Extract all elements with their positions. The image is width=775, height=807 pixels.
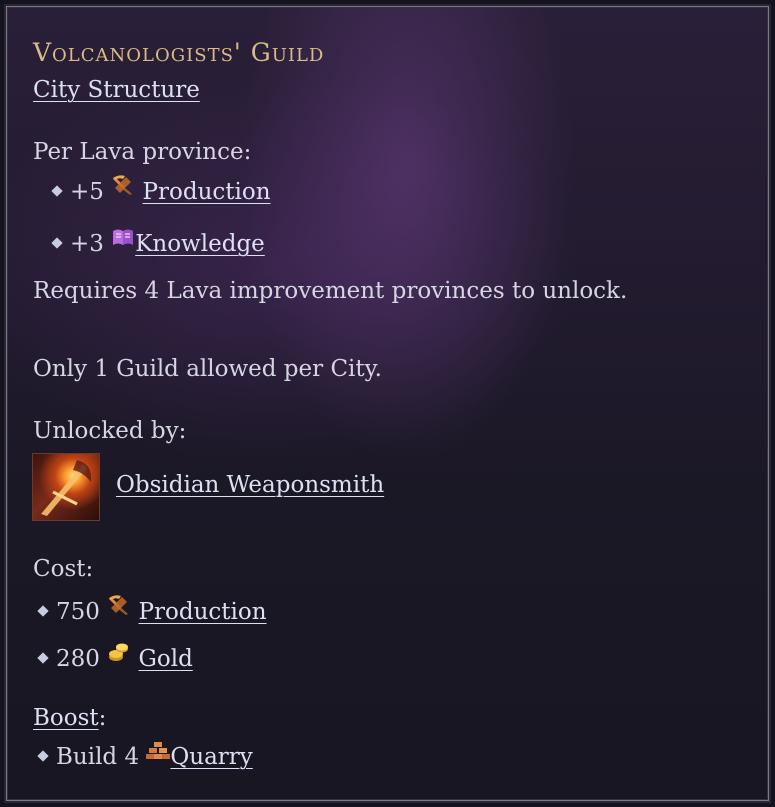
list-item: +3 Knowledge bbox=[51, 229, 265, 259]
category-link[interactable]: City Structure bbox=[33, 77, 200, 103]
list-item: Build 4 Quarry bbox=[37, 742, 253, 771]
quarry-link[interactable]: Quarry bbox=[170, 744, 252, 770]
bullet-diamond-icon bbox=[37, 652, 49, 664]
knowledge-link[interactable]: Knowledge bbox=[135, 231, 265, 257]
knowledge-icon bbox=[111, 226, 135, 254]
boost-header: Boost: bbox=[33, 705, 106, 731]
per-province-header: Per Lava province: bbox=[33, 139, 252, 165]
gold-icon bbox=[107, 641, 131, 669]
bullet-diamond-icon bbox=[51, 237, 63, 249]
per-province-amount: +5 bbox=[70, 179, 104, 205]
tooltip-title: Volcanologists' Guild bbox=[33, 38, 325, 67]
list-item: 280 Gold bbox=[37, 643, 193, 674]
production-link[interactable]: Production bbox=[143, 179, 271, 205]
bullet-diamond-icon bbox=[37, 605, 49, 617]
list-item: +5 Production bbox=[51, 175, 271, 207]
list-item: 750 Production bbox=[37, 595, 267, 627]
obsidian-weaponsmith-icon[interactable] bbox=[32, 453, 100, 521]
cost-amount: 750 bbox=[56, 599, 100, 625]
gold-link[interactable]: Gold bbox=[139, 646, 193, 672]
production-link[interactable]: Production bbox=[139, 599, 267, 625]
unlocked-by-header: Unlocked by: bbox=[33, 418, 187, 444]
cost-amount: 280 bbox=[56, 646, 100, 672]
boost-prefix: Build 4 bbox=[56, 744, 140, 770]
structure-tooltip: Volcanologists' Guild City Structure Per… bbox=[6, 6, 769, 801]
requirement-text: Requires 4 Lava improvement provinces to… bbox=[33, 278, 628, 304]
boost-link[interactable]: Boost bbox=[33, 705, 99, 731]
quarry-icon bbox=[146, 740, 171, 766]
restriction-text: Only 1 Guild allowed per City. bbox=[33, 356, 382, 382]
production-icon bbox=[107, 594, 131, 622]
per-province-amount: +3 bbox=[70, 231, 104, 257]
boost-colon: : bbox=[98, 705, 107, 731]
obsidian-weaponsmith-link[interactable]: Obsidian Weaponsmith bbox=[116, 472, 384, 498]
production-icon bbox=[111, 174, 135, 202]
bullet-diamond-icon bbox=[51, 185, 63, 197]
cost-header: Cost: bbox=[33, 556, 94, 582]
bullet-diamond-icon bbox=[37, 750, 49, 762]
